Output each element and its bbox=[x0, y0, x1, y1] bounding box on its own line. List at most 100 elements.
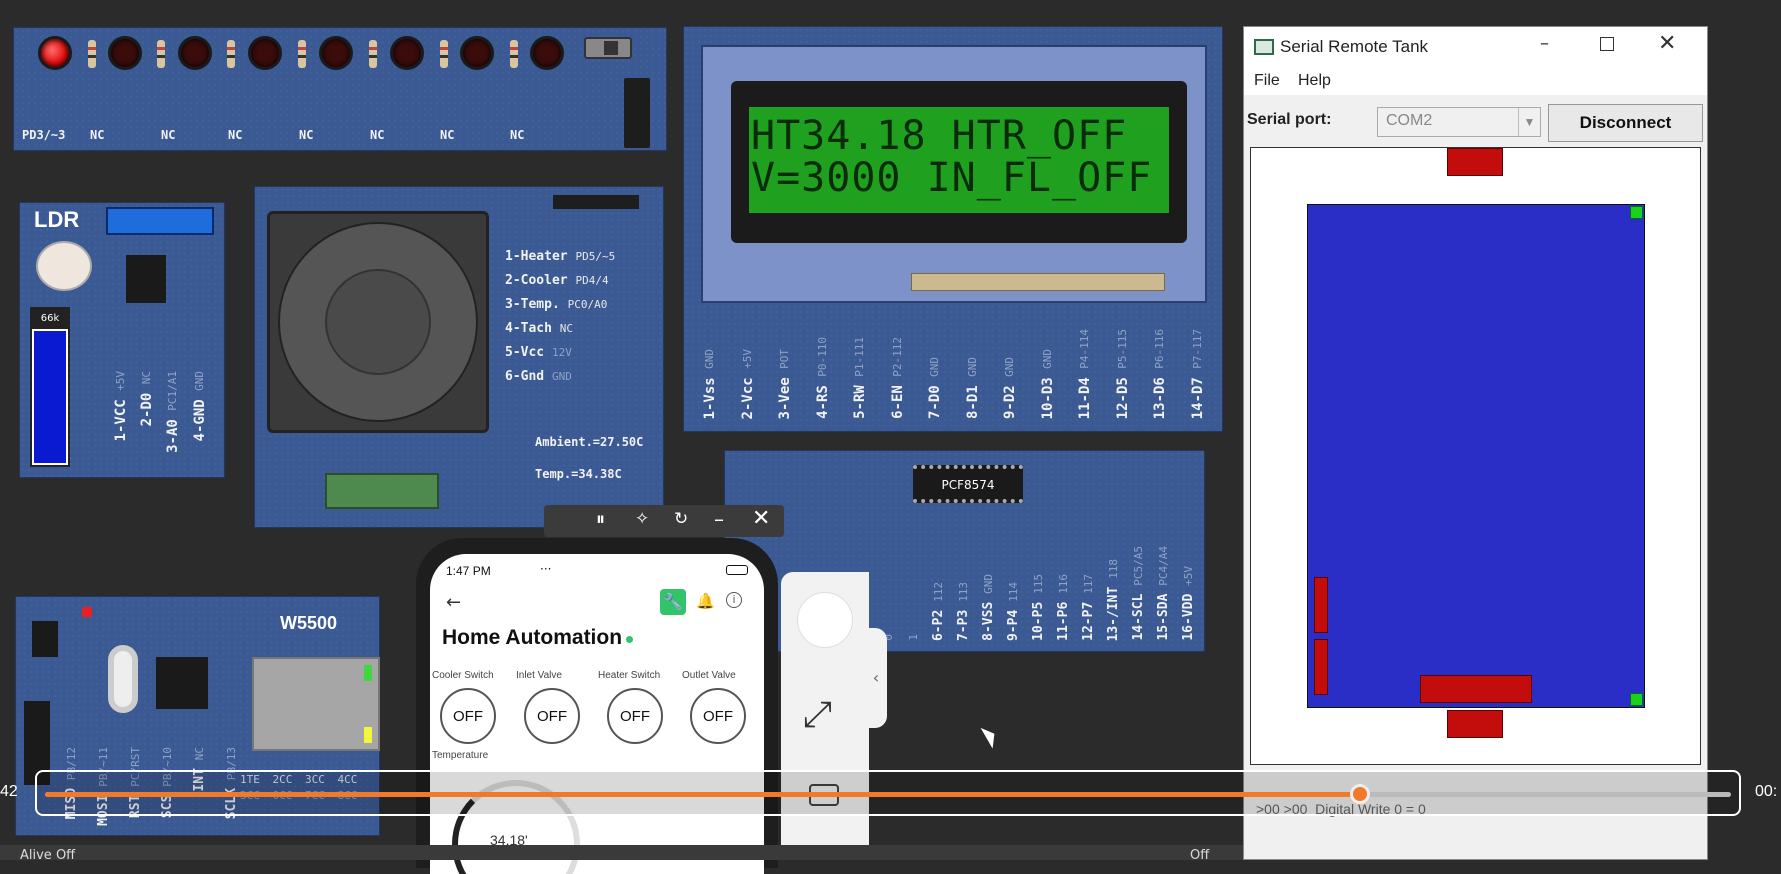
lcd-pin-9: 9-D2 GND bbox=[1002, 356, 1018, 419]
pcf-pin-9: 12-P7 117 bbox=[1081, 574, 1096, 641]
slider-value: 66k bbox=[32, 309, 68, 329]
menu-bar: File Help bbox=[1244, 69, 1707, 95]
slide-switch[interactable] bbox=[584, 37, 632, 59]
app-icon bbox=[1254, 39, 1274, 55]
menu-help[interactable]: Help bbox=[1298, 72, 1331, 90]
light-slider[interactable]: 66k bbox=[30, 307, 70, 467]
bottom-level-sensor bbox=[1630, 693, 1643, 706]
disconnect-button[interactable]: Disconnect bbox=[1548, 104, 1703, 142]
inlet-valve-button[interactable]: OFF bbox=[524, 688, 580, 744]
seek-bar[interactable] bbox=[35, 770, 1741, 816]
bottom-status-text: Alive Off bbox=[20, 848, 76, 863]
resistor bbox=[369, 40, 377, 68]
player-time-left: 42 bbox=[0, 783, 18, 800]
back-arrow-icon[interactable]: ← bbox=[446, 592, 461, 613]
heater-element bbox=[1314, 577, 1328, 633]
serial-window: Serial Remote Tank – ✕ File Help Serial … bbox=[1243, 26, 1708, 860]
pcf-pin-5: 8-VSS GND bbox=[981, 574, 996, 641]
bottom-right-select[interactable]: Off bbox=[1190, 848, 1209, 863]
expand-icon[interactable]: ⤢ bbox=[803, 694, 832, 736]
mirror-sidebar: ‹ ⤢ bbox=[781, 572, 887, 860]
seek-handle[interactable] bbox=[1350, 784, 1371, 804]
menu-file[interactable]: File bbox=[1254, 72, 1280, 90]
pcf-pin-12: 15-SDA PC4/A4 bbox=[1156, 546, 1171, 641]
fan-board: 1-Heater PD5/~5 2-Cooler PD4/4 3-Temp. P… bbox=[254, 186, 664, 528]
header-strip bbox=[553, 195, 639, 209]
led-5 bbox=[319, 36, 353, 70]
temperature-label: Temperature bbox=[432, 750, 489, 761]
pause-icon[interactable]: ⏸ bbox=[596, 509, 605, 530]
top-level-sensor bbox=[1630, 206, 1643, 219]
lcd-pin-5: 5-RW P1-111 bbox=[852, 337, 868, 419]
crystal bbox=[108, 645, 138, 713]
led-pin-1: PD3/~3 bbox=[22, 128, 66, 142]
lcd-frame: HT34.18 HTR_OFF V=3000 IN_FL_OFF bbox=[701, 45, 1207, 303]
lcd-pin-2: 2-Vcc +5V bbox=[739, 348, 756, 419]
minimize-button[interactable]: – bbox=[1540, 33, 1549, 54]
heater-switch-button[interactable]: OFF bbox=[607, 688, 663, 744]
led-pin-6: NC bbox=[370, 128, 385, 142]
led-1 bbox=[38, 36, 72, 70]
port-select[interactable]: COM2 ▼ bbox=[1377, 107, 1541, 137]
lcd-line-2: V=3000 IN_FL_OFF bbox=[751, 155, 1153, 201]
info-icon[interactable]: i bbox=[726, 592, 742, 608]
player-time-right: 00: bbox=[1755, 783, 1778, 800]
minimize-icon[interactable]: – bbox=[714, 507, 724, 531]
lcd-pin-14: 14-D7 P7-117 bbox=[1189, 328, 1206, 419]
pin-header bbox=[624, 78, 650, 148]
collapse-tab[interactable]: ‹ bbox=[865, 628, 887, 728]
resistor bbox=[298, 40, 306, 68]
close-button[interactable]: ✕ bbox=[1658, 31, 1676, 56]
lcd-pin-10: 10-D3 GND bbox=[1039, 348, 1056, 419]
outlet-valve-button[interactable]: OFF bbox=[690, 688, 746, 744]
led-pin-3: NC bbox=[161, 128, 176, 142]
lcd-pin-12: 12-D5 P5-115 bbox=[1114, 328, 1131, 419]
rotate-icon[interactable]: ↻ bbox=[674, 509, 688, 529]
fan-pin-1: 1-Heater PD5/~5 bbox=[505, 249, 616, 264]
inlet-valve bbox=[1447, 148, 1503, 176]
cooler-switch-button[interactable]: OFF bbox=[440, 688, 496, 744]
heater-element-2 bbox=[1314, 639, 1328, 695]
power-led bbox=[82, 607, 92, 617]
wrench-icon[interactable]: 🔧 bbox=[660, 589, 686, 615]
fan-icon bbox=[267, 211, 489, 433]
avatar[interactable] bbox=[797, 592, 853, 648]
resistor bbox=[88, 40, 96, 68]
pin-icon[interactable]: ✧ bbox=[635, 509, 649, 529]
pcf-pin-8: 11-P6 116 bbox=[1056, 574, 1071, 641]
chevron-down-icon: ▼ bbox=[1518, 108, 1540, 136]
led-board: PD3/~3 NC NC NC NC NC NC NC bbox=[13, 27, 667, 151]
ldr-pin-4: 4-GND GND bbox=[192, 371, 208, 442]
w5500-chip bbox=[156, 657, 208, 709]
maximize-button[interactable] bbox=[1600, 37, 1614, 51]
regulator bbox=[32, 621, 58, 657]
bottom-status bbox=[0, 845, 1243, 860]
ldr-pin-1: 1-VCC +5V bbox=[113, 371, 129, 442]
outlet-valve bbox=[1447, 710, 1503, 738]
close-icon[interactable]: ✕ bbox=[752, 506, 770, 531]
pcf-pin-6: 9-P4 114 bbox=[1006, 581, 1021, 641]
cursor-icon bbox=[980, 723, 1001, 749]
lcd-pin-13: 13-D6 P6-116 bbox=[1152, 328, 1168, 419]
ldr-pin-3: 3-A0 PC1/A1 bbox=[165, 371, 181, 453]
bell-icon[interactable]: 🔔 bbox=[696, 592, 715, 610]
resistor bbox=[227, 40, 235, 68]
led-3 bbox=[178, 36, 212, 70]
lcd-pin-3: 3-Vee POT bbox=[777, 348, 793, 419]
lcd-pin-7: 7-D0 GND bbox=[927, 356, 943, 419]
status-time: 1:47 PM bbox=[446, 564, 491, 578]
fan-pin-6: 6-Gnd GND bbox=[505, 369, 572, 384]
tank-canvas bbox=[1250, 147, 1701, 765]
led-4 bbox=[248, 36, 282, 70]
mirror-toolbar: ⏸ ✧ ↻ – ✕ bbox=[544, 505, 784, 537]
lcd-pin-8: 8-D1 GND bbox=[964, 356, 981, 419]
lcd-pin-header bbox=[911, 273, 1165, 291]
phone-frame: 1:47 PM ··· ← 🔧 🔔 i Home Automation Cool… bbox=[416, 538, 778, 874]
control-label-1: Cooler Switch bbox=[432, 670, 494, 681]
pcf-pin-4: 7-P3 113 bbox=[956, 581, 971, 641]
pcf-pin-7: 10-P5 115 bbox=[1031, 574, 1046, 641]
potentiometer[interactable] bbox=[106, 207, 214, 235]
resistor bbox=[440, 40, 448, 68]
resistor bbox=[510, 40, 518, 68]
resistor bbox=[157, 40, 165, 68]
